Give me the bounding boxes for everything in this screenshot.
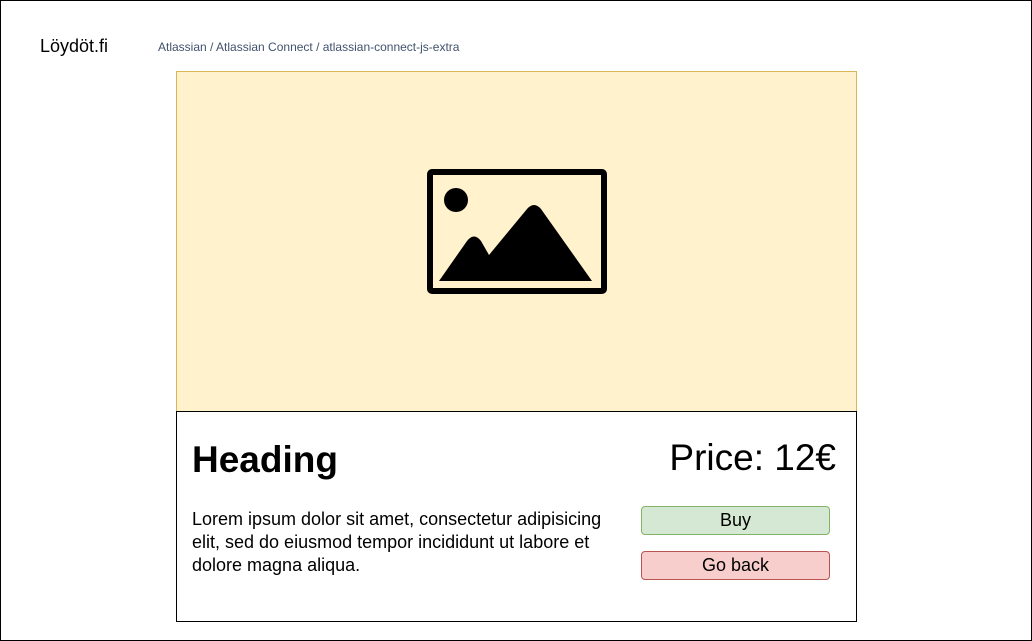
product-card: Heading Price: 12€ Lorem ipsum dolor sit… (176, 411, 857, 622)
go-back-button[interactable]: Go back (641, 551, 830, 580)
product-price: Price: 12€ (669, 437, 836, 478)
breadcrumb[interactable]: Atlassian / Atlassian Connect / atlassia… (158, 40, 459, 54)
product-heading: Heading (192, 439, 338, 480)
image-placeholder-icon (427, 169, 607, 294)
buy-button[interactable]: Buy (641, 506, 830, 535)
page-frame: Löydöt.fi Atlassian / Atlassian Connect … (0, 0, 1032, 641)
site-logo[interactable]: Löydöt.fi (40, 36, 108, 57)
product-description: Lorem ipsum dolor sit amet, consectetur … (192, 509, 602, 575)
product-image (176, 71, 857, 412)
